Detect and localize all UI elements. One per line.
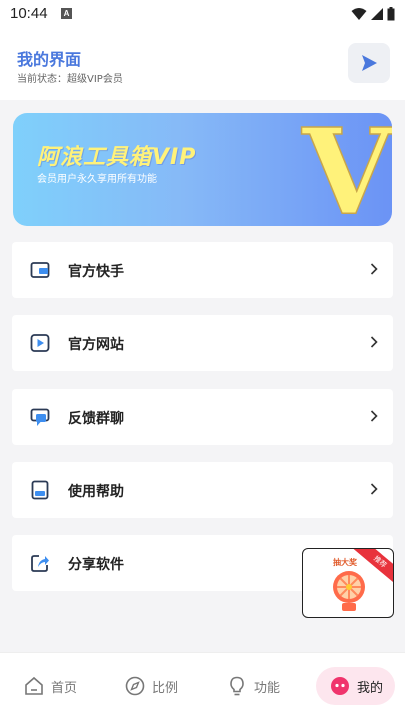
menu-item-website[interactable]: 官方网站 — [12, 315, 393, 371]
menu-item-help[interactable]: 使用帮助 — [12, 462, 393, 518]
menu-item-kuaishou[interactable]: 官方快手 — [12, 242, 393, 298]
nav-home-label: 首页 — [51, 680, 78, 696]
status-icons — [351, 6, 395, 22]
nav-profile[interactable]: 我的 — [316, 667, 396, 705]
status-bar: 10:44 A — [0, 0, 405, 30]
vip-v-logo: V — [300, 121, 392, 221]
chevron-right-icon — [370, 263, 378, 275]
share-icon — [31, 555, 49, 572]
play-button[interactable] — [348, 43, 390, 83]
banner-subtitle: 会员用户永久享用所有功能 — [37, 174, 157, 185]
book-icon — [31, 480, 49, 500]
menu-item-label: 官方快手 — [68, 264, 124, 280]
status-time: 10:44 — [10, 5, 48, 22]
nav-ratio[interactable]: 比例 — [125, 667, 178, 705]
menu-item-label: 使用帮助 — [68, 484, 124, 500]
play-icon — [30, 334, 50, 352]
notification-icon: A — [61, 8, 72, 19]
vip-banner[interactable]: 阿浪工具箱VIP 会员用户永久享用所有功能 V — [13, 113, 392, 226]
chat-icon — [30, 408, 50, 426]
compass-icon — [125, 676, 145, 696]
menu-item-feedback[interactable]: 反馈群聊 — [12, 389, 393, 445]
vip-v-letter: V — [301, 121, 392, 221]
play-icon — [362, 55, 377, 71]
nav-features[interactable]: 功能 — [227, 667, 280, 705]
lottery-float-ad[interactable]: 推荐 抽大奖 — [302, 548, 394, 618]
page-header: 我的界面 当前状态：超级VIP会员 — [0, 30, 405, 100]
nav-ratio-label: 比例 — [152, 680, 179, 696]
bottom-nav: 首页 比例 功能 我的 — [0, 652, 405, 720]
menu-item-label: 分享软件 — [68, 557, 124, 573]
page-title: 我的界面 — [17, 50, 82, 69]
nav-features-label: 功能 — [254, 680, 281, 696]
membership-status: 当前状态：超级VIP会员 — [17, 74, 123, 85]
wifi-icon — [351, 8, 367, 20]
wallet-icon — [30, 262, 50, 278]
chevron-right-icon — [370, 483, 378, 495]
profile-icon — [331, 677, 349, 695]
lottery-title: 抽大奖 — [333, 558, 357, 567]
banner-title: 阿浪工具箱VIP — [37, 145, 197, 170]
battery-icon — [387, 7, 395, 21]
bulb-icon — [230, 676, 244, 696]
signal-icon — [371, 8, 383, 20]
prize-wheel-icon — [333, 571, 365, 611]
home-icon — [25, 676, 43, 695]
chevron-right-icon — [370, 410, 378, 422]
nav-home[interactable]: 首页 — [24, 667, 77, 705]
chevron-right-icon — [370, 336, 378, 348]
menu-item-label: 反馈群聊 — [68, 411, 124, 427]
nav-profile-label: 我的 — [357, 680, 384, 696]
menu-item-label: 官方网站 — [68, 337, 124, 353]
